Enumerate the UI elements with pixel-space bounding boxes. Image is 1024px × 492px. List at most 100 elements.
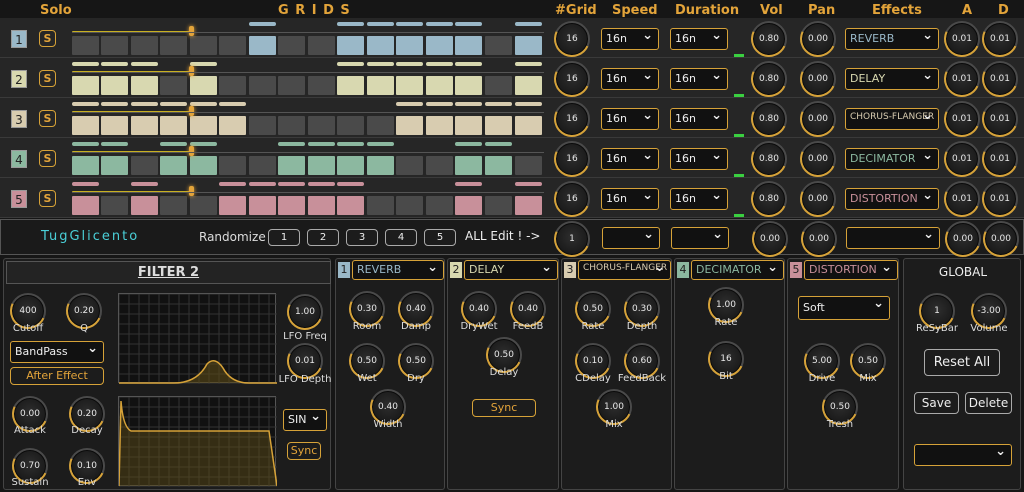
step-cell[interactable]: [308, 36, 335, 55]
vol-knob[interactable]: 0.80: [751, 61, 787, 97]
step-cell[interactable]: [190, 116, 217, 135]
step-cell[interactable]: [308, 196, 335, 215]
speed-select[interactable]: 16n: [601, 28, 659, 50]
step-cell[interactable]: [308, 76, 335, 95]
effect-select[interactable]: REVERB: [845, 28, 939, 50]
master-grid-knob[interactable]: 1: [554, 221, 590, 257]
randomize-track-button[interactable]: 1: [268, 229, 300, 246]
step-cell[interactable]: [308, 116, 335, 135]
step-cell[interactable]: [219, 76, 246, 95]
pan-knob[interactable]: 0.00: [800, 21, 836, 57]
step-cell[interactable]: [131, 116, 158, 135]
step-cell[interactable]: [455, 196, 482, 215]
step-cell[interactable]: [367, 36, 394, 55]
effect-type-select[interactable]: DELAY: [464, 260, 558, 280]
step-cell[interactable]: [190, 196, 217, 215]
step-cell[interactable]: [367, 116, 394, 135]
randomize-track-button[interactable]: 4: [385, 229, 417, 246]
step-cell[interactable]: [131, 36, 158, 55]
step-cell[interactable]: [131, 76, 158, 95]
effect-type-select[interactable]: DECIMATOR: [691, 260, 784, 280]
step-cell[interactable]: [190, 36, 217, 55]
randomize-track-button[interactable]: 2: [307, 229, 339, 246]
speed-select[interactable]: 16n: [601, 148, 659, 170]
step-cell[interactable]: [485, 116, 512, 135]
step-cell[interactable]: [101, 36, 128, 55]
attack-knob[interactable]: 0.01: [944, 181, 980, 217]
delay-sync-button[interactable]: Sync: [472, 399, 536, 417]
filter-type-select[interactable]: BandPass: [10, 341, 104, 363]
step-cell[interactable]: [249, 76, 276, 95]
step-cell[interactable]: [219, 156, 246, 175]
step-cell[interactable]: [426, 196, 453, 215]
step-cell[interactable]: [515, 156, 542, 175]
step-cell[interactable]: [278, 196, 305, 215]
step-cell[interactable]: [101, 196, 128, 215]
step-cell[interactable]: [337, 116, 364, 135]
step-cell[interactable]: [160, 196, 187, 215]
step-cell[interactable]: [278, 156, 305, 175]
decay-knob[interactable]: 0.01: [982, 21, 1018, 57]
pan-knob[interactable]: 0.00: [800, 101, 836, 137]
attack-knob[interactable]: 0.01: [944, 101, 980, 137]
vol-knob[interactable]: 0.80: [751, 101, 787, 137]
step-cell[interactable]: [485, 76, 512, 95]
solo-button[interactable]: S: [39, 150, 56, 167]
master-vol-knob[interactable]: 0.00: [752, 221, 788, 257]
decay-knob[interactable]: 0.01: [982, 101, 1018, 137]
duration-select[interactable]: 16n: [670, 148, 728, 170]
effect-select[interactable]: DELAY: [845, 68, 939, 90]
master-duration-select[interactable]: [671, 227, 729, 249]
lfo-wave-select[interactable]: SIN: [283, 409, 327, 431]
step-cell[interactable]: [515, 36, 542, 55]
decay-knob[interactable]: 0.01: [982, 61, 1018, 97]
master-pan-knob[interactable]: 0.00: [801, 221, 837, 257]
step-cell[interactable]: [396, 196, 423, 215]
effect-select[interactable]: DECIMATOR: [845, 148, 939, 170]
attack-knob[interactable]: 0.01: [944, 141, 980, 177]
pan-knob[interactable]: 0.00: [800, 181, 836, 217]
step-cell[interactable]: [249, 156, 276, 175]
step-cell[interactable]: [515, 196, 542, 215]
vol-knob[interactable]: 0.80: [751, 21, 787, 57]
after-effect-button[interactable]: After Effect: [10, 367, 104, 385]
lfo-freq-knob[interactable]: 1.00: [287, 294, 323, 330]
step-cell[interactable]: [426, 76, 453, 95]
step-cell[interactable]: [337, 196, 364, 215]
step-cell[interactable]: [101, 116, 128, 135]
step-cell[interactable]: [426, 156, 453, 175]
step-cell[interactable]: [160, 36, 187, 55]
delete-button[interactable]: Delete: [965, 392, 1012, 414]
step-cell[interactable]: [160, 156, 187, 175]
step-cell[interactable]: [190, 76, 217, 95]
step-cell[interactable]: [455, 36, 482, 55]
step-cell[interactable]: [426, 116, 453, 135]
step-cell[interactable]: [219, 36, 246, 55]
step-cell[interactable]: [278, 76, 305, 95]
randomize-track-button[interactable]: 5: [424, 229, 456, 246]
step-cell[interactable]: [219, 116, 246, 135]
step-cell[interactable]: [396, 156, 423, 175]
step-cell[interactable]: [515, 76, 542, 95]
grid-count-knob[interactable]: 16: [554, 21, 590, 57]
step-cell[interactable]: [485, 196, 512, 215]
step-cell[interactable]: [485, 156, 512, 175]
vol-knob[interactable]: 0.80: [751, 181, 787, 217]
step-cell[interactable]: [455, 76, 482, 95]
duration-select[interactable]: 16n: [670, 108, 728, 130]
attack-knob[interactable]: 0.01: [944, 21, 980, 57]
step-cell[interactable]: [337, 36, 364, 55]
pan-knob[interactable]: 0.00: [800, 61, 836, 97]
solo-button[interactable]: S: [39, 190, 56, 207]
vol-knob[interactable]: 0.80: [751, 141, 787, 177]
attack-knob[interactable]: 0.01: [944, 61, 980, 97]
step-cell[interactable]: [367, 196, 394, 215]
distortion-mode-select[interactable]: Soft: [798, 296, 890, 320]
duration-select[interactable]: 16n: [670, 68, 728, 90]
duration-select[interactable]: 16n: [670, 188, 728, 210]
step-cell[interactable]: [426, 36, 453, 55]
effect-type-select[interactable]: CHORUS-FLANGER: [578, 260, 671, 280]
master-decay-knob[interactable]: 0.00: [983, 221, 1019, 257]
save-button[interactable]: Save: [914, 392, 959, 414]
step-cell[interactable]: [278, 116, 305, 135]
